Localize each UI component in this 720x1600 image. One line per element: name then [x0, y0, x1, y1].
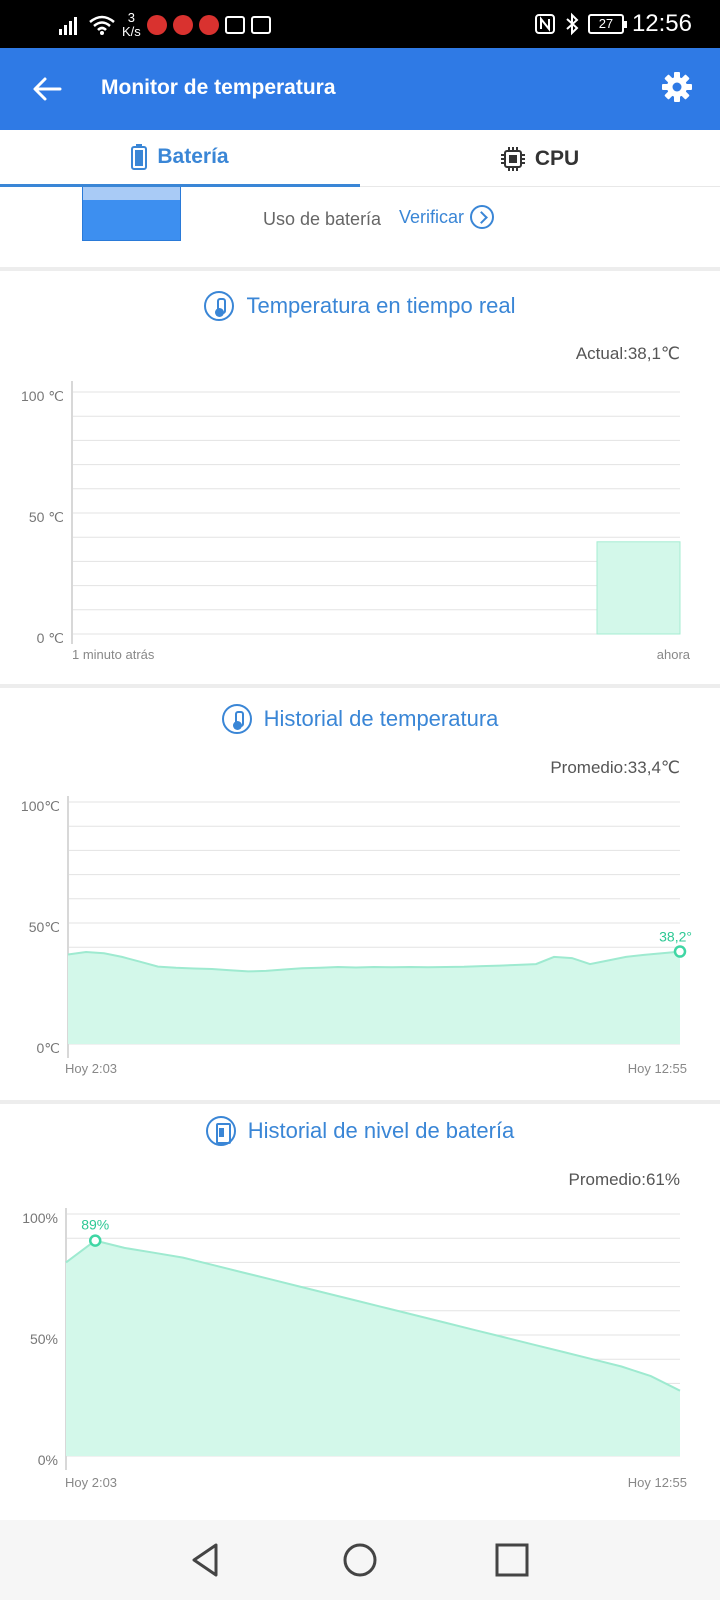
average-temperature: Promedio:33,4℃ [550, 758, 680, 777]
clock: 12:56 [631, 10, 692, 37]
tab-bar: Batería CPU [0, 130, 720, 187]
nav-back-icon[interactable] [186, 1540, 226, 1580]
x-tick-start: Hoy 2:03 [65, 1061, 117, 1076]
temperature-history-chart: 100℃ 50℃ 0℃ 38,2° Hoy 2:03 Hoy 12:55 [21, 796, 692, 1076]
battery-icon [131, 144, 148, 170]
average-battery: Promedio:61% [568, 1170, 680, 1189]
app-notification-icon [198, 15, 219, 35]
wifi-icon [89, 15, 115, 35]
chevron-right-icon [470, 205, 495, 229]
chart-bar [596, 541, 681, 635]
app-notification-icon [146, 15, 167, 35]
thermometer-icon [221, 704, 252, 734]
system-navigation-bar [0, 1520, 720, 1600]
battery-area [66, 1240, 680, 1456]
status-bar: 3 K/s 27 12:56 [0, 0, 720, 48]
tab-battery-label: Batería [157, 145, 229, 168]
temp-history-title-text: Historial de temperatura [263, 706, 499, 731]
back-arrow-icon[interactable] [30, 72, 64, 106]
x-tick-end: Hoy 12:55 [628, 1061, 687, 1076]
realtime-title-text: Temperatura en tiempo real [246, 293, 516, 318]
battery-usage-label: Uso de batería [263, 209, 382, 229]
tab-cpu[interactable]: CPU [360, 130, 720, 187]
y-tick-label: 50℃ [29, 919, 60, 935]
last-value-label: 38,2° [659, 929, 692, 945]
nav-recents-icon[interactable] [492, 1540, 532, 1580]
peak-value-label: 89% [81, 1217, 109, 1233]
temperature-area [68, 951, 680, 1044]
battery-level-graphic [82, 187, 181, 241]
y-tick-label: 50% [30, 1331, 58, 1347]
x-tick-start: Hoy 2:03 [65, 1475, 117, 1490]
screen-icon [250, 16, 271, 34]
network-speed: 3 K/s [122, 11, 141, 39]
verify-button[interactable]: Verificar [399, 205, 495, 229]
y-tick-label: 100℃ [21, 798, 60, 814]
tab-battery[interactable]: Batería [0, 130, 360, 187]
app-notification-icon [172, 15, 193, 35]
realtime-chart: 100 ℃ 50 ℃ 0 ℃ 1 minuto atrás ahora [21, 381, 691, 662]
settings-gear-icon[interactable] [660, 70, 694, 104]
signal-icon [59, 17, 77, 35]
battery-usage-row: Uso de batería Verificar [0, 187, 720, 267]
x-tick-end: Hoy 12:55 [628, 1475, 687, 1490]
realtime-temperature-section: Temperatura en tiempo real Actual:38,1℃ … [0, 271, 720, 684]
status-left: 3 K/s [58, 10, 271, 40]
battery-history-section: Historial de nivel de batería Promedio:6… [0, 1104, 720, 1520]
temperature-history-section: Historial de temperatura Promedio:33,4℃ … [0, 688, 720, 1100]
battery-indicator: 27 [587, 14, 627, 34]
temp-history-title: Historial de temperatura [0, 704, 720, 734]
app-bar: Monitor de temperatura [0, 48, 720, 130]
peak-value-marker [88, 1234, 102, 1247]
thermometer-icon [204, 291, 235, 321]
page-title: Monitor de temperatura [101, 76, 336, 99]
x-tick-end: ahora [657, 647, 691, 662]
nav-home-icon[interactable] [340, 1540, 380, 1580]
last-value-marker [673, 945, 687, 958]
realtime-title: Temperatura en tiempo real [0, 291, 720, 321]
battery-history-title-text: Historial de nivel de batería [247, 1118, 515, 1143]
y-tick-label: 100 ℃ [21, 388, 64, 404]
status-right: 27 12:56 [534, 8, 692, 40]
battery-history-chart: 100% 50% 0% 89% Hoy 2:03 Hoy 12:55 [22, 1208, 687, 1490]
current-temperature: Actual:38,1℃ [575, 344, 680, 363]
speed-value: 3 [127, 10, 136, 25]
y-tick-label: 0% [38, 1452, 58, 1468]
y-tick-label: 100% [22, 1210, 58, 1226]
calendar-icon [224, 16, 245, 34]
bluetooth-icon [566, 12, 579, 36]
y-tick-label: 0 ℃ [37, 630, 64, 646]
cpu-chip-icon [500, 146, 525, 171]
y-tick-label: 50 ℃ [29, 509, 64, 525]
battery-history-title: Historial de nivel de batería [0, 1116, 720, 1146]
speed-unit: K/s [122, 24, 141, 39]
y-tick-label: 0℃ [36, 1040, 60, 1056]
x-tick-start: 1 minuto atrás [72, 647, 155, 662]
tab-cpu-label: CPU [534, 146, 580, 170]
battery-icon [205, 1116, 236, 1146]
nfc-icon [534, 14, 555, 34]
verify-label: Verificar [399, 206, 465, 227]
